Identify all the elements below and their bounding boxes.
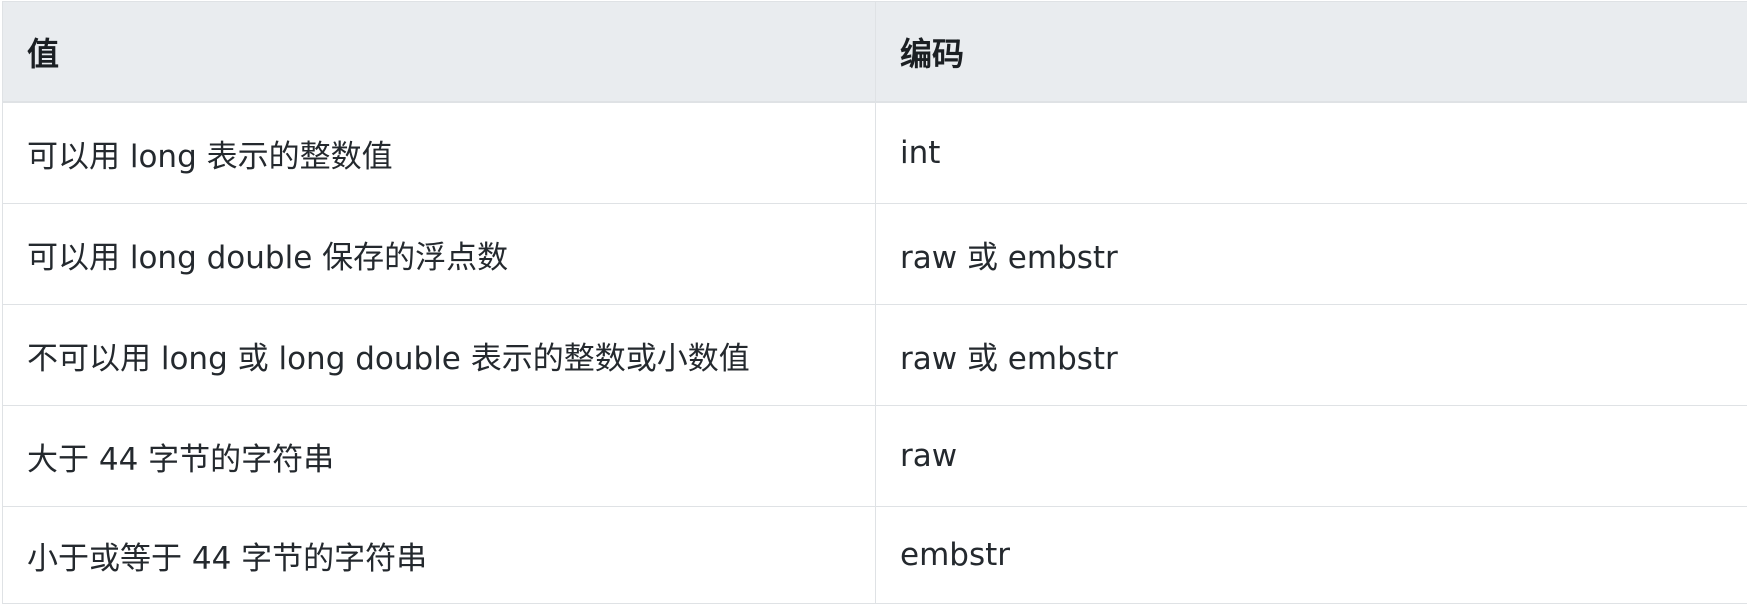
cell-value: 小于或等于 44 字节的字符串 [2, 506, 876, 604]
header-row: 值 编码 [2, 1, 1747, 103]
cell-encoding: int [875, 101, 1747, 204]
encoding-table: 值 编码 可以用 long 表示的整数值 int 可以用 long double… [2, 1, 1747, 604]
cell-value: 可以用 long 表示的整数值 [2, 101, 876, 204]
cell-encoding: raw [875, 405, 1747, 507]
cell-encoding: embstr [875, 506, 1747, 604]
table-body: 可以用 long 表示的整数值 int 可以用 long double 保存的浮… [2, 101, 1747, 604]
cell-value: 大于 44 字节的字符串 [2, 405, 876, 507]
table-row: 不可以用 long 或 long double 表示的整数或小数值 raw 或 … [2, 304, 1747, 406]
header-encoding: 编码 [875, 1, 1747, 103]
table-row: 小于或等于 44 字节的字符串 embstr [2, 506, 1747, 604]
cell-encoding: raw 或 embstr [875, 304, 1747, 406]
table-row: 可以用 long 表示的整数值 int [2, 101, 1747, 204]
cell-value: 不可以用 long 或 long double 表示的整数或小数值 [2, 304, 876, 406]
cell-value: 可以用 long double 保存的浮点数 [2, 203, 876, 305]
cell-encoding: raw 或 embstr [875, 203, 1747, 305]
header-value: 值 [2, 1, 876, 103]
table-row: 可以用 long double 保存的浮点数 raw 或 embstr [2, 203, 1747, 305]
table-header: 值 编码 [2, 1, 1747, 103]
table-row: 大于 44 字节的字符串 raw [2, 405, 1747, 507]
